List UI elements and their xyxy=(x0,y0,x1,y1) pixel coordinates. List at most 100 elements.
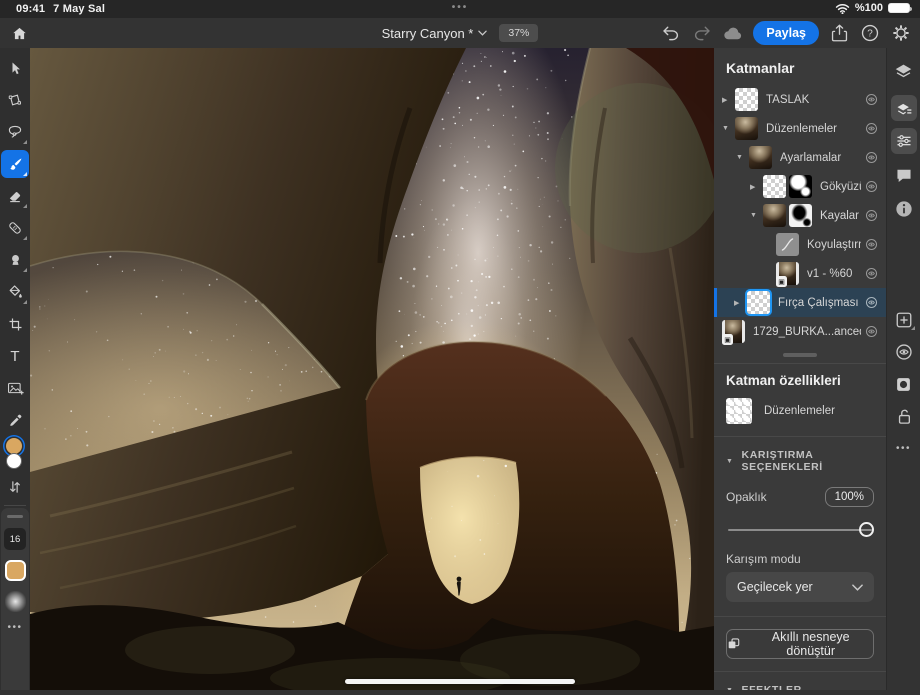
export-icon[interactable] xyxy=(828,22,850,44)
lasso-tool[interactable] xyxy=(0,116,30,148)
settings-gear-icon[interactable] xyxy=(890,22,912,44)
clone-stamp-tool[interactable] xyxy=(0,244,30,276)
type-tool[interactable]: T xyxy=(0,340,30,372)
layer-row-taslak[interactable]: ▶ TASLAK xyxy=(714,85,886,114)
convert-smart-object-label: Akıllı nesneye dönüştür xyxy=(748,630,873,658)
blending-options-label: KARIŞTIRMA SEÇENEKLERİ xyxy=(742,449,874,473)
cloud-sync-icon[interactable] xyxy=(722,22,744,44)
help-button[interactable]: ? xyxy=(859,22,881,44)
brush-size-value[interactable]: 16 xyxy=(4,528,26,550)
blending-options-header[interactable]: ▼ KARIŞTIRMA SEÇENEKLERİ xyxy=(714,437,886,477)
svg-text:?: ? xyxy=(867,29,873,40)
visibility-eye-icon[interactable] xyxy=(865,325,878,338)
layer-thumbnail[interactable] xyxy=(749,146,772,169)
options-drag-handle[interactable] xyxy=(7,515,23,518)
visibility-eye-icon[interactable] xyxy=(865,151,878,164)
share-button[interactable]: Paylaş xyxy=(753,21,819,45)
properties-layer-thumbnail xyxy=(726,398,752,424)
info-button[interactable] xyxy=(889,194,919,224)
disclosure-expanded-icon[interactable]: ▼ xyxy=(736,154,749,161)
layer-row-duzenlemeler[interactable]: ▼ Düzenlemeler xyxy=(714,114,886,143)
opacity-slider[interactable] xyxy=(728,522,872,538)
convert-smart-object-button[interactable]: Akıllı nesneye dönüştür xyxy=(726,629,874,659)
eraser-tool[interactable] xyxy=(0,180,30,212)
layer-thumbnail[interactable] xyxy=(735,88,758,111)
layer-thumbnail[interactable] xyxy=(763,204,786,227)
eyedropper-tool[interactable] xyxy=(0,404,30,436)
layer-row-v1[interactable]: ▣ v1 - %60 xyxy=(714,259,886,288)
layer-properties-button[interactable] xyxy=(889,126,919,156)
brush-tool[interactable] xyxy=(0,148,30,180)
smart-object-icon xyxy=(727,637,740,651)
taskbar-right: ••• xyxy=(886,48,920,690)
layer-thumbnail[interactable] xyxy=(735,117,758,140)
layers-detail-view-button[interactable] xyxy=(889,93,919,123)
visibility-eye-icon[interactable] xyxy=(865,209,878,222)
fill-tool[interactable] xyxy=(0,276,30,308)
zoom-level-badge[interactable]: 37% xyxy=(499,24,538,42)
layer-thumbnail[interactable] xyxy=(763,175,786,198)
transform-select-tool[interactable] xyxy=(0,84,30,116)
home-button[interactable] xyxy=(9,23,29,43)
layer-row-koyulastirma[interactable]: Koyulaştırma xyxy=(714,230,886,259)
visibility-eye-icon[interactable] xyxy=(865,296,878,309)
layer-thumbnail[interactable] xyxy=(747,291,770,314)
disclosure-collapsed-icon[interactable]: ▶ xyxy=(750,183,763,191)
layer-mask-thumbnail[interactable] xyxy=(789,204,812,227)
background-color-well[interactable] xyxy=(6,453,22,469)
blend-mode-select[interactable]: Geçilecek yer xyxy=(726,572,874,602)
disclosure-collapsed-icon[interactable]: ▶ xyxy=(734,299,747,307)
document-canvas[interactable] xyxy=(30,48,714,690)
layer-mask-thumbnail[interactable] xyxy=(789,175,812,198)
undo-button[interactable] xyxy=(660,22,682,44)
brush-color-swatch[interactable] xyxy=(5,560,26,581)
ellipsis-icon: ••• xyxy=(896,443,911,454)
swap-colors-button[interactable] xyxy=(0,474,30,500)
visibility-eye-icon[interactable] xyxy=(865,93,878,106)
crop-tool[interactable] xyxy=(0,308,30,340)
layer-row-kayalar[interactable]: ▼ Kayalar xyxy=(714,201,886,230)
comments-button[interactable] xyxy=(889,160,919,190)
more-layer-options-button[interactable]: ••• xyxy=(889,433,919,463)
layers-compact-view-button[interactable] xyxy=(889,56,919,86)
visibility-eye-icon[interactable] xyxy=(865,267,878,280)
disclosure-collapsed-icon[interactable]: ▶ xyxy=(722,96,735,104)
more-options-button[interactable]: ••• xyxy=(7,622,22,633)
layer-mask-button[interactable] xyxy=(889,369,919,399)
smart-object-thumbnail[interactable]: ▣ xyxy=(722,320,745,343)
opacity-slider-track[interactable] xyxy=(728,529,872,531)
redo-button[interactable] xyxy=(691,22,713,44)
place-photo-tool[interactable] xyxy=(0,372,30,404)
opacity-value-box[interactable]: 100% xyxy=(825,487,874,507)
move-tool[interactable] xyxy=(0,52,30,84)
layer-name: Koyulaştırma xyxy=(807,239,861,251)
effects-header[interactable]: ▼ EFEKTLER xyxy=(714,672,886,690)
adjustment-curves-thumbnail[interactable] xyxy=(776,233,799,256)
layer-row-1729-burka[interactable]: ▣ 1729_BURKA...anced-NR33 xyxy=(714,317,886,346)
opacity-slider-knob[interactable] xyxy=(859,522,874,537)
visibility-eye-icon[interactable] xyxy=(865,122,878,135)
disclosure-expanded-icon[interactable]: ▼ xyxy=(722,125,735,132)
healing-brush-tool[interactable] xyxy=(0,212,30,244)
visibility-eye-icon[interactable] xyxy=(865,180,878,193)
document-title[interactable]: Starry Canyon * xyxy=(382,26,488,41)
panel-drag-handle[interactable] xyxy=(783,353,817,357)
tool-options-panel: 16 ••• xyxy=(1,508,29,690)
smart-object-thumbnail[interactable]: ▣ xyxy=(776,262,799,285)
disclosure-expanded-icon[interactable]: ▼ xyxy=(750,212,763,219)
lock-layer-button[interactable] xyxy=(889,401,919,431)
battery-icon xyxy=(888,3,910,13)
home-indicator-bar[interactable] xyxy=(345,679,575,684)
smart-object-badge-icon: ▣ xyxy=(776,276,787,287)
layers-panel: Katmanlar ▶ TASLAK ▼ Düzenlemeler ▼ Ayar… xyxy=(714,48,886,690)
brush-preset-soft-round[interactable] xyxy=(5,591,26,612)
add-layer-button[interactable] xyxy=(889,305,919,335)
layer-row-firca-calismasi-selected[interactable]: ▶ Fırça Çalışması xyxy=(714,288,886,317)
layer-row-gokyuzu[interactable]: ▶ Gökyüzü xyxy=(714,172,886,201)
visibility-eye-icon[interactable] xyxy=(865,238,878,251)
layer-row-ayarlamalar[interactable]: ▼ Ayarlamalar xyxy=(714,143,886,172)
chevron-down-icon xyxy=(478,30,487,36)
foreground-color-well[interactable] xyxy=(6,438,22,454)
blend-mode-value: Geçilecek yer xyxy=(737,580,813,594)
layer-visibility-button[interactable] xyxy=(889,337,919,367)
